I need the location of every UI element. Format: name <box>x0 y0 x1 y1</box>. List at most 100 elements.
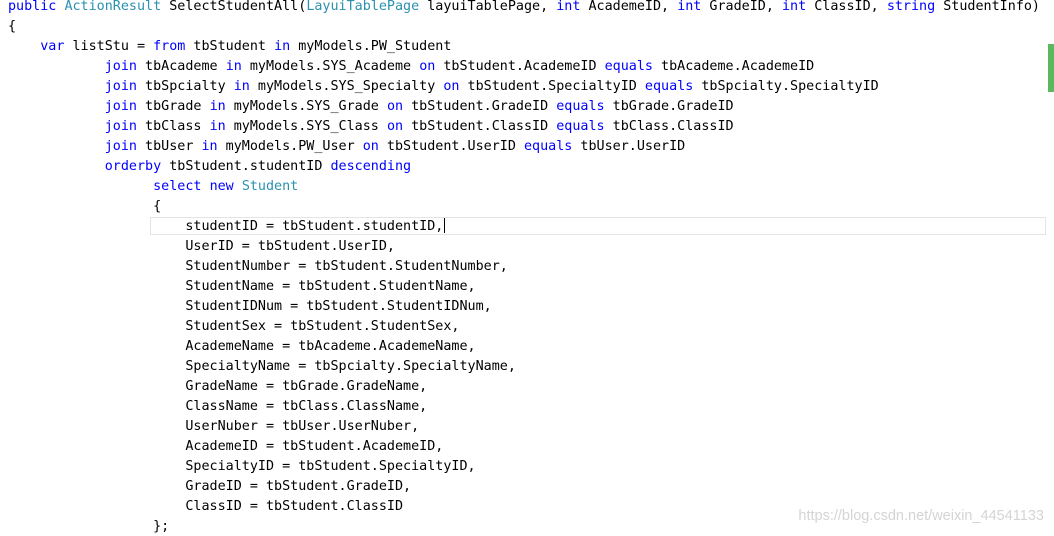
keyword-token: equals <box>604 59 653 74</box>
keyword-token: on <box>419 59 436 74</box>
keyword-token: join <box>104 99 137 114</box>
keyword-token: in <box>209 119 226 134</box>
code-token: SelectStudentAll( <box>161 0 307 14</box>
code-token: tbStudent.UserID <box>378 139 524 154</box>
keyword-token: in <box>225 59 242 74</box>
code-editor[interactable]: public ActionResult SelectStudentAll(Lay… <box>0 0 1048 536</box>
code-token: tbAcademe <box>137 59 226 74</box>
code-token: { <box>8 19 17 34</box>
code-line[interactable]: studentID = tbStudent.studentID, <box>8 217 446 237</box>
code-line[interactable]: public ActionResult SelectStudentAll(Lay… <box>8 0 1040 17</box>
code-line[interactable]: StudentNumber = tbStudent.StudentNumber, <box>8 257 508 277</box>
keyword-token: int <box>782 0 807 14</box>
code-token: tbGrade.GradeID <box>604 99 734 114</box>
code-token: ClassID = tbStudent.ClassID <box>8 499 404 514</box>
code-token: studentID = tbStudent.studentID, <box>8 219 444 234</box>
code-token: UserNuber = tbUser.UserNuber, <box>8 419 420 434</box>
keyword-token: in <box>233 79 250 94</box>
keyword-token: on <box>386 119 404 134</box>
keyword-token: equals <box>556 99 605 114</box>
code-token: tbUser <box>137 139 202 154</box>
code-line[interactable]: join tbSpcialty in myModels.SYS_Specialt… <box>8 77 879 97</box>
code-token: { <box>8 199 162 214</box>
code-token: StudentNumber = tbStudent.StudentNumber, <box>8 259 508 274</box>
code-token: StudentInfo) <box>935 0 1040 14</box>
code-token: tbStudent.studentID <box>161 159 331 174</box>
keyword-token: public <box>8 0 57 14</box>
code-line[interactable]: StudentSex = tbStudent.StudentSex, <box>8 317 459 337</box>
code-line[interactable]: { <box>8 197 161 217</box>
code-token: AcademeID = tbStudent.AcademeID, <box>8 439 444 454</box>
code-line[interactable]: ClassName = tbClass.ClassName, <box>8 397 427 417</box>
keyword-token: on <box>443 79 460 94</box>
code-token: ClassID, <box>806 0 887 14</box>
watermark-text: https://blog.csdn.net/weixin_44541133 <box>798 508 1044 524</box>
code-line[interactable]: AcademeName = tbAcademe.AcademeName, <box>8 337 476 357</box>
code-token: tbAcademe.AcademeID <box>653 59 815 74</box>
code-line[interactable]: var listStu = from tbStudent in myModels… <box>8 37 451 57</box>
code-token: myModels.PW_Student <box>290 39 452 54</box>
code-token: layuiTablePage, <box>419 0 557 14</box>
code-line[interactable]: StudentIDNum = tbStudent.StudentIDNum, <box>8 297 492 317</box>
keyword-token: on <box>362 139 379 154</box>
keyword-token: join <box>104 119 137 134</box>
code-line[interactable]: orderby tbStudent.studentID descending <box>8 157 411 177</box>
type-token: ActionResult <box>64 0 162 14</box>
code-line[interactable]: { <box>8 17 16 37</box>
code-line[interactable]: join tbGrade in myModels.SYS_Grade on tb… <box>8 97 734 117</box>
text-caret <box>444 218 446 233</box>
code-token: StudentName = tbStudent.StudentName, <box>8 279 476 294</box>
change-marker-bar <box>1048 44 1054 92</box>
code-line[interactable]: UserID = tbStudent.UserID, <box>8 237 395 257</box>
code-line[interactable]: AcademeID = tbStudent.AcademeID, <box>8 437 443 457</box>
code-token: AcademeID, <box>580 0 678 14</box>
keyword-token: from <box>153 39 186 54</box>
type-token: Student <box>241 179 299 194</box>
code-token: myModels.SYS_Academe <box>241 59 420 74</box>
code-line[interactable]: GradeName = tbGrade.GradeName, <box>8 377 427 397</box>
keyword-token: descending <box>330 159 412 174</box>
keyword-token: on <box>386 99 404 114</box>
code-token: tbStudent.ClassID <box>403 119 557 134</box>
keyword-token: in <box>201 139 218 154</box>
code-token: tbStudent <box>185 39 275 54</box>
keyword-token: int <box>677 0 702 14</box>
keyword-token: equals <box>644 79 694 94</box>
code-line[interactable]: ClassID = tbStudent.ClassID <box>8 497 403 517</box>
code-line[interactable]: UserNuber = tbUser.UserNuber, <box>8 417 419 437</box>
keyword-token: join <box>104 139 137 154</box>
type-token: LayuiTablePage <box>306 0 420 14</box>
code-token: tbUser.UserID <box>572 139 686 154</box>
code-line[interactable]: join tbClass in myModels.SYS_Class on tb… <box>8 117 734 137</box>
code-token: tbClass <box>137 119 210 134</box>
keyword-token: new <box>209 179 234 194</box>
code-token: myModels.SYS_Specialty <box>249 79 444 94</box>
keyword-token: join <box>104 59 137 74</box>
code-line[interactable]: }; <box>8 517 169 536</box>
code-line[interactable]: join tbUser in myModels.PW_User on tbStu… <box>8 137 686 157</box>
code-token: AcademeName = tbAcademe.AcademeName, <box>8 339 476 354</box>
code-token: ClassName = tbClass.ClassName, <box>8 399 428 414</box>
code-line[interactable]: SpecialtyID = tbStudent.SpecialtyID, <box>8 457 476 477</box>
code-token: StudentSex = tbStudent.StudentSex, <box>8 319 460 334</box>
code-line[interactable]: SpecialtyName = tbSpcialty.SpecialtyName… <box>8 357 516 377</box>
code-token: tbClass.ClassID <box>604 119 734 134</box>
keyword-token: in <box>274 39 291 54</box>
code-line[interactable]: join tbAcademe in myModels.SYS_Academe o… <box>8 57 815 77</box>
code-token: StudentIDNum = tbStudent.StudentIDNum, <box>8 299 492 314</box>
keyword-token: string <box>886 0 936 14</box>
keyword-token: equals <box>524 139 573 154</box>
code-line[interactable]: GradeID = tbStudent.GradeID, <box>8 477 411 497</box>
code-token: tbStudent.SpecialtyID <box>459 79 645 94</box>
code-token: SpecialtyID = tbStudent.SpecialtyID, <box>8 459 476 474</box>
code-line[interactable]: StudentName = tbStudent.StudentName, <box>8 277 476 297</box>
code-line[interactable]: select new Student <box>8 177 298 197</box>
keyword-token: in <box>209 99 226 114</box>
